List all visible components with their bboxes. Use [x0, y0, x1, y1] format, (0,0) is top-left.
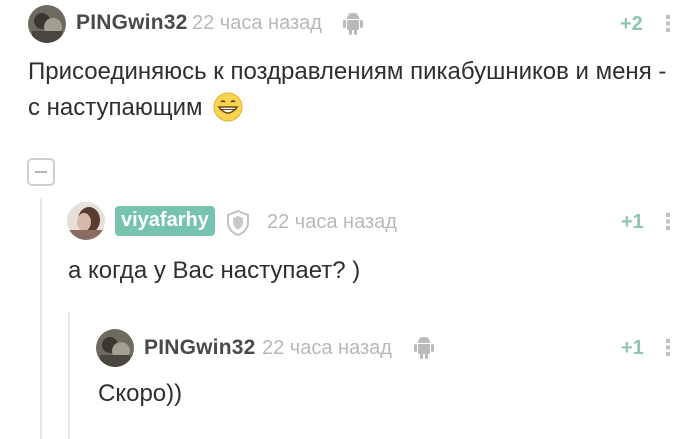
android-icon	[342, 11, 364, 40]
avatar[interactable]	[96, 329, 134, 367]
avatar[interactable]	[28, 5, 66, 43]
comment-text: Присоединяюсь к поздравлениям пикабушник…	[28, 54, 678, 133]
shield-icon	[226, 209, 250, 241]
comment-text: Скоро))	[98, 380, 183, 407]
comment-rating[interactable]: +2	[620, 13, 643, 36]
comment-time[interactable]: 22 часа назад	[267, 211, 397, 234]
avatar[interactable]	[67, 202, 105, 240]
comment-body: Присоединяюсь к поздравлениям пикабушник…	[28, 58, 667, 121]
android-icon	[413, 335, 435, 364]
more-options-icon[interactable]: ⋮	[657, 11, 679, 37]
comment-time[interactable]: 22 часа назад	[262, 337, 392, 360]
comment-rating[interactable]: +1	[621, 211, 644, 234]
comment-time[interactable]: 22 часа назад	[192, 12, 322, 35]
username[interactable]: PINGwin32	[144, 336, 256, 360]
collapse-thread-button[interactable]	[27, 158, 55, 186]
username[interactable]: viyafarhy	[115, 206, 215, 236]
username[interactable]: PINGwin32	[76, 11, 188, 35]
thread-line-level-1	[40, 198, 42, 439]
comment-text: а когда у Вас наступает? )	[68, 257, 361, 284]
grinning-face-emoji	[213, 92, 243, 133]
comment-rating[interactable]: +1	[621, 337, 644, 360]
minus-icon	[35, 171, 47, 173]
more-options-icon[interactable]: ⋮	[657, 209, 679, 235]
thread-line-level-2	[68, 312, 70, 439]
more-options-icon[interactable]: ⋮	[657, 335, 679, 361]
